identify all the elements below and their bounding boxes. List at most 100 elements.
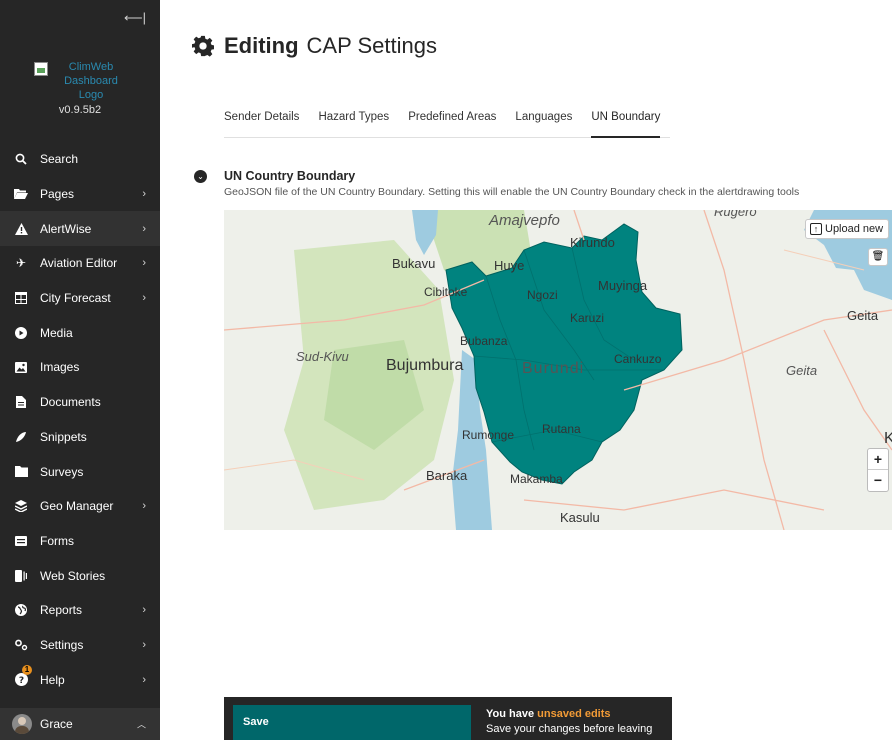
chevron-down-icon[interactable]: ⌄ <box>194 170 207 183</box>
save-button[interactable]: Save <box>233 705 471 740</box>
map-label: Huye <box>494 258 525 273</box>
map-label: Muyinga <box>598 278 648 293</box>
sidebar-item-city-forecast[interactable]: City Forecast › <box>0 281 160 316</box>
chevron-right-icon: › <box>142 604 146 617</box>
sidebar-item-label: Reports <box>40 603 83 618</box>
map-label: Geita <box>847 308 879 323</box>
logo-image: ClimWeb Dashboard Logo <box>34 60 126 102</box>
snippet-icon <box>14 430 28 444</box>
sidebar-item-alertwise[interactable]: AlertWise › <box>0 211 160 247</box>
sidebar-item-search[interactable]: Search <box>0 142 160 177</box>
map-label: Geita <box>786 363 818 378</box>
tab-un-boundary[interactable]: UN Boundary <box>591 103 661 138</box>
sidebar-item-reports[interactable]: Reports › <box>0 593 160 628</box>
unsaved-hint: Save your changes before leaving <box>486 723 653 735</box>
sidebar-item-label: Web Stories <box>40 568 106 583</box>
unsaved-prefix: You have <box>486 708 538 720</box>
svg-text:?: ? <box>18 676 23 686</box>
tab-predefined-areas[interactable]: Predefined Areas <box>408 103 496 138</box>
map-label: Bukavu <box>392 256 436 271</box>
map-label: Baraka <box>426 468 468 483</box>
tab-hazard-types[interactable]: Hazard Types <box>318 103 389 138</box>
sidebar-item-snippets[interactable]: Snippets <box>0 420 160 455</box>
warning-icon <box>14 222 28 236</box>
form-icon <box>14 534 28 548</box>
logo-alt-text: ClimWeb Dashboard Logo <box>64 61 118 101</box>
sidebar-item-label: Images <box>40 360 80 375</box>
map-label: Kirundo <box>570 235 615 250</box>
collapse-left-icon[interactable]: ⟵| <box>124 8 146 28</box>
sidebar-item-pages[interactable]: Pages › <box>0 177 160 212</box>
plane-icon: ✈ <box>15 256 27 271</box>
sidebar-item-geo-manager[interactable]: Geo Manager › <box>0 489 160 524</box>
sidebar-item-label: Settings <box>40 637 84 652</box>
account-menu[interactable]: Grace ︿ <box>0 708 160 740</box>
sidebar-item-settings[interactable]: Settings › <box>0 628 160 663</box>
notification-badge: 1 <box>22 665 32 676</box>
sidebar-item-surveys[interactable]: Surveys <box>0 454 160 489</box>
boundary-map[interactable]: Amajvepfo Rugero Kirundo Bukavu Huye Muy… <box>224 210 892 530</box>
tab-sender-details[interactable]: Sender Details <box>224 103 299 138</box>
chevron-right-icon: › <box>142 292 146 305</box>
unsaved-message: You have unsaved edits Save your changes… <box>486 707 652 737</box>
sidebar-item-aviation-editor[interactable]: ✈ Aviation Editor › <box>0 246 160 281</box>
user-name: Grace <box>40 717 73 731</box>
broken-image-icon <box>34 62 48 76</box>
sidebar-item-label: Geo Manager <box>40 499 114 514</box>
sidebar-item-label: Media <box>40 325 73 340</box>
sidebar-item-images[interactable]: Images <box>0 350 160 385</box>
upload-label: Upload new <box>825 223 884 235</box>
map-label: Cankuzo <box>614 352 662 366</box>
chevron-right-icon: › <box>142 188 146 201</box>
map-label: Burundi <box>522 360 585 377</box>
zoom-out-button[interactable]: − <box>868 470 888 491</box>
settings-tabs: Sender Details Hazard Types Predefined A… <box>224 103 670 138</box>
zoom-in-button[interactable]: + <box>868 449 888 470</box>
sidebar-item-label: City Forecast <box>40 291 111 306</box>
map-label: Bubanza <box>460 334 508 348</box>
map-label: Makamba <box>510 472 563 486</box>
search-icon <box>14 152 28 166</box>
map-label: Rugero <box>714 210 757 219</box>
sidebar-item-label: Snippets <box>40 429 87 444</box>
sidebar-item-media[interactable]: Media <box>0 315 160 350</box>
upload-new-button[interactable]: ↑ Upload new <box>805 219 889 239</box>
save-footer: Save You have unsaved edits Save your ch… <box>224 697 672 740</box>
sidebar-item-forms[interactable]: Forms <box>0 524 160 559</box>
sidebar-item-label: AlertWise <box>40 221 92 236</box>
map-label: Ngozi <box>527 288 558 302</box>
cogs-icon <box>14 638 28 652</box>
tab-languages[interactable]: Languages <box>515 103 572 138</box>
gear-icon <box>192 35 214 57</box>
chevron-up-icon: ︿ <box>136 719 146 730</box>
map-label: Rutana <box>542 422 581 436</box>
version-label: v0.9.5b2 <box>58 104 102 116</box>
sidebar-item-label: Search <box>40 152 79 167</box>
chevron-right-icon: › <box>142 500 146 513</box>
avatar <box>12 714 32 734</box>
section-title: UN Country Boundary <box>224 169 356 183</box>
sidebar-item-documents[interactable]: Documents <box>0 385 160 420</box>
section-help-text: GeoJSON file of the UN Country Boundary.… <box>224 186 800 198</box>
map-label: Kasulu <box>560 510 600 525</box>
folder-open-icon <box>14 187 28 201</box>
sidebar-item-help[interactable]: ? 1 Help › <box>0 662 160 697</box>
sidebar: ⟵| ClimWeb Dashboard Logo v0.9.5b2 Searc… <box>0 0 160 740</box>
page-title-subject: CAP Settings <box>306 33 437 58</box>
upload-icon: ↑ <box>810 223 822 235</box>
zoom-control: + − <box>867 448 889 492</box>
map-label: Cibitoke <box>424 285 468 299</box>
sidebar-item-label: Aviation Editor <box>40 256 118 271</box>
play-icon <box>14 326 28 340</box>
map-label: Rumonge <box>462 428 515 442</box>
logo[interactable]: ClimWeb Dashboard Logo v0.9.5b2 <box>0 60 160 116</box>
page-title: Editing CAP Settings <box>192 33 437 59</box>
globe-icon <box>14 603 28 617</box>
sidebar-item-web-stories[interactable]: Web Stories <box>0 558 160 593</box>
trash-icon[interactable]: 🗑 <box>868 248 888 266</box>
map-label: Bujumbura <box>386 357 464 374</box>
chevron-right-icon: › <box>142 222 146 235</box>
chevron-right-icon: › <box>142 673 146 686</box>
map-label: Karuzi <box>570 311 605 325</box>
chevron-right-icon: › <box>142 257 146 270</box>
